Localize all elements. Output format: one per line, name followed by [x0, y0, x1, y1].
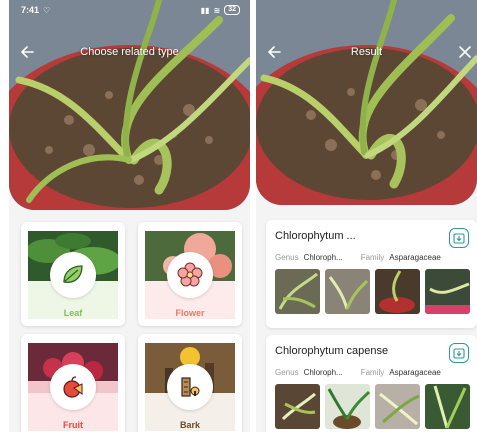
result-card-1[interactable]: Chlorophytum ... Genus Chloroph... Famil…: [266, 220, 477, 328]
save-icon: [453, 348, 465, 359]
category-label-fruit: Fruit: [63, 420, 83, 430]
fruit-icon: [50, 364, 96, 410]
save-button[interactable]: [449, 343, 469, 363]
wifi-icon: ≋: [213, 5, 221, 15]
thumbnail[interactable]: [425, 269, 470, 314]
notification-icon: ♡: [43, 5, 51, 15]
close-icon[interactable]: [457, 44, 473, 60]
save-button[interactable]: [449, 228, 469, 248]
thumbnail[interactable]: [275, 269, 320, 314]
family-label: Family: [360, 253, 385, 262]
genus-value: Chloroph...: [303, 368, 343, 377]
thumbnail[interactable]: [375, 269, 420, 314]
flower-icon: [167, 252, 213, 298]
taxonomy-row: Genus Chloroph... Family Asparagaceae: [275, 368, 441, 377]
back-arrow-icon[interactable]: [266, 44, 282, 60]
category-card-bark[interactable]: Bark: [138, 334, 242, 432]
battery-icon: 32: [224, 5, 240, 15]
thumbnail[interactable]: [325, 384, 370, 429]
status-time: 7:41: [21, 5, 40, 15]
status-bar: 7:41 ♡ ▮▮ ≋ 32: [9, 0, 250, 20]
plant-photo: [9, 0, 250, 210]
category-label-flower: Flower: [175, 308, 205, 318]
choose-type-screen: 7:41 ♡ ▮▮ ≋ 32 Choose related type Leaf …: [9, 0, 250, 432]
family-label: Family: [360, 368, 385, 377]
result-thumbnails: [275, 269, 470, 314]
family-value: Asparagaceae: [389, 253, 441, 262]
bark-icon: [167, 364, 213, 410]
thumbnail[interactable]: [275, 384, 320, 429]
category-label-leaf: Leaf: [63, 308, 83, 318]
category-card-leaf[interactable]: Leaf: [21, 222, 125, 326]
family-value: Asparagaceae: [389, 368, 441, 377]
result-screen: Result Chlorophytum ... Genus Chloroph..…: [256, 0, 477, 432]
leaf-icon: [50, 252, 96, 298]
result-name: Chlorophytum ...: [275, 230, 356, 242]
signal-icon: ▮▮: [200, 5, 210, 15]
plant-photo-result: [256, 0, 477, 205]
save-icon: [453, 233, 465, 244]
thumbnail[interactable]: [425, 384, 470, 429]
result-name: Chlorophytum capense: [275, 345, 389, 357]
thumbnail[interactable]: [375, 384, 420, 429]
result-thumbnails: [275, 384, 470, 429]
result-card-2[interactable]: Chlorophytum capense Genus Chloroph... F…: [266, 335, 477, 432]
category-card-fruit[interactable]: Fruit: [21, 334, 125, 432]
category-label-bark: Bark: [179, 420, 200, 430]
thumbnail[interactable]: [325, 269, 370, 314]
top-bar-result: Result: [256, 38, 477, 66]
page-title-result: Result: [350, 46, 383, 58]
category-card-flower[interactable]: Flower: [138, 222, 242, 326]
genus-label: Genus: [275, 253, 299, 262]
genus-value: Chloroph...: [303, 253, 343, 262]
top-bar: Choose related type: [9, 38, 250, 66]
page-title: Choose related type: [80, 46, 179, 58]
back-arrow-icon[interactable]: [19, 44, 35, 60]
taxonomy-row: Genus Chloroph... Family Asparagaceae: [275, 253, 441, 262]
genus-label: Genus: [275, 368, 299, 377]
